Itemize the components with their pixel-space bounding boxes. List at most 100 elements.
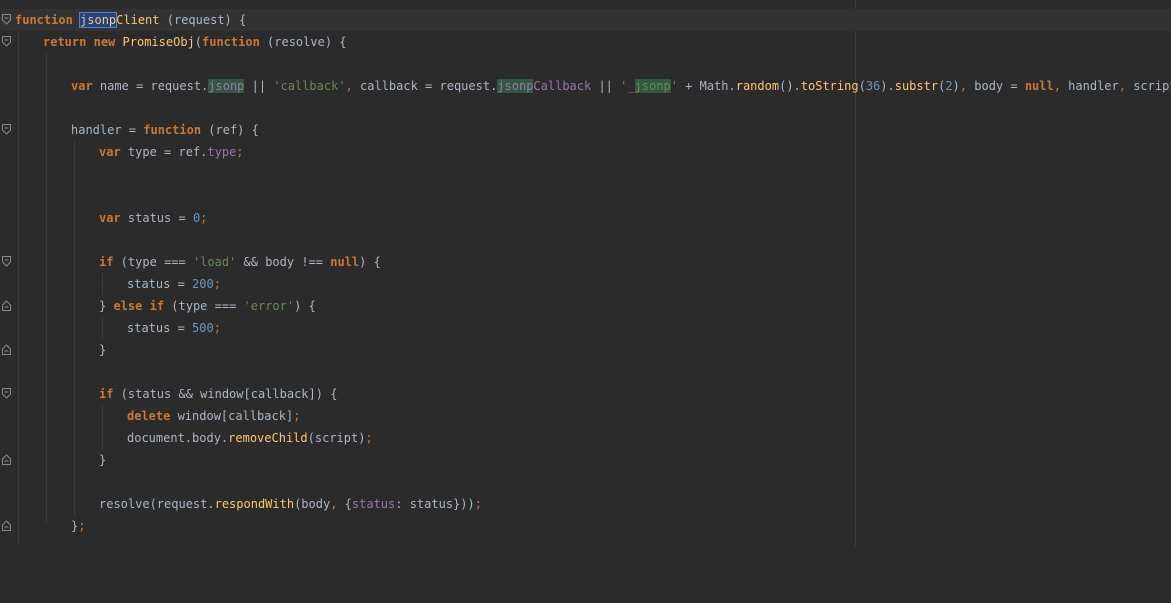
code-text: (). <box>779 79 801 93</box>
punctuation: ; <box>236 145 244 159</box>
code-line-13[interactable]: delete window[callback]; <box>0 405 1171 427</box>
code-text: (ref) { <box>201 123 259 137</box>
code-text: ( <box>194 35 202 49</box>
punctuation: ; <box>213 277 221 291</box>
fold-end-icon[interactable] <box>2 454 11 465</box>
fold-toggle-icon[interactable] <box>2 300 11 311</box>
code-line-17[interactable]: }; <box>0 515 1171 537</box>
property: Callback <box>533 79 592 93</box>
method-call: random <box>735 79 780 93</box>
keyword: return <box>43 35 87 49</box>
code-line-3[interactable]: var name = request.jsonp || 'callback', … <box>0 75 1171 97</box>
code-line-15[interactable]: } <box>0 449 1171 471</box>
keyword: function <box>15 13 73 27</box>
keyword: var <box>99 211 121 225</box>
code-editor[interactable]: function jsonpClient (request) { return … <box>0 0 1171 546</box>
code-text: (script) <box>307 431 366 445</box>
code-text: } <box>99 343 107 357</box>
code-line-10[interactable]: status = 500; <box>0 317 1171 339</box>
code-line-6[interactable]: var status = 0; <box>0 207 1171 229</box>
code-line-16[interactable]: resolve(request.respondWith(body, {statu… <box>0 493 1171 515</box>
string-literal: 'callback' <box>273 79 346 93</box>
number-literal: 2 <box>945 79 953 93</box>
property: type <box>207 145 237 159</box>
code-line-11[interactable]: } <box>0 339 1171 361</box>
code-text: script <box>1133 79 1171 93</box>
code-text: body = <box>967 79 1025 93</box>
punctuation: , <box>959 79 968 93</box>
code-text: (status && window[callback]) { <box>113 387 338 401</box>
code-line-2[interactable]: return new PromiseObj(function (resolve)… <box>0 31 1171 53</box>
code-text: window[callback] <box>170 409 294 423</box>
keyword: if <box>99 387 114 401</box>
keyword: var <box>71 79 93 93</box>
code-text: callback = request. <box>352 79 498 93</box>
code-line-5[interactable]: var type = ref.type; <box>0 141 1171 163</box>
punctuation: , <box>1118 79 1126 93</box>
constructor-name: PromiseObj <box>122 35 195 49</box>
match-highlight: jsonp <box>208 79 245 93</box>
keyword: null <box>1024 79 1054 93</box>
code-text: ) <box>952 79 960 93</box>
code-text: (type === <box>113 255 193 269</box>
code-line-8[interactable]: status = 200; <box>0 273 1171 295</box>
fold-collapse-icon[interactable] <box>2 36 11 47</box>
code-text: (type === <box>164 299 244 313</box>
code-text: + Math. <box>677 79 736 93</box>
punctuation: , <box>1053 79 1061 93</box>
number-literal: 200 <box>192 277 214 291</box>
punctuation: ; <box>293 409 301 423</box>
code-text: (request) { <box>159 13 247 27</box>
code-text: ( <box>858 79 866 93</box>
code-text: handler = <box>71 123 144 137</box>
code-text: ). <box>880 79 895 93</box>
punctuation: , <box>345 79 353 93</box>
code-line-12[interactable]: if (status && window[callback]) { <box>0 383 1171 405</box>
fold-end-icon[interactable] <box>2 520 11 531</box>
punctuation: ; <box>200 211 208 225</box>
number-literal: 36 <box>865 79 881 93</box>
code-text: (resolve) { <box>259 35 347 49</box>
method-call: respondWith <box>214 497 295 511</box>
fold-collapse-icon[interactable] <box>2 14 11 25</box>
function-name-selected[interactable]: jsonp <box>79 12 118 28</box>
code-text: name = request. <box>92 79 209 93</box>
keyword: else <box>113 299 143 313</box>
punctuation: ; <box>78 519 86 533</box>
string-literal: 'error' <box>243 299 295 313</box>
code-text: status = <box>120 211 193 225</box>
keyword: if <box>149 299 165 313</box>
fold-end-icon[interactable] <box>2 344 11 355</box>
code-line-1[interactable]: function jsonpClient (request) { <box>0 9 1171 31</box>
code-text: ) { <box>359 255 381 269</box>
code-text: ) { <box>294 299 316 313</box>
code-line-14[interactable]: document.body.removeChild(script); <box>0 427 1171 449</box>
string-literal: 'load' <box>192 255 237 269</box>
match-highlight: jsonp <box>497 79 534 93</box>
punctuation: ; <box>474 497 482 511</box>
punctuation: ; <box>365 431 373 445</box>
code-text: || <box>244 79 274 93</box>
keyword: delete <box>127 409 171 423</box>
string-literal: '_ <box>620 79 635 93</box>
code-text: status = <box>127 277 193 291</box>
code-line-4[interactable]: handler = function (ref) { <box>0 119 1171 141</box>
code-text: type = ref. <box>120 145 208 159</box>
keyword: var <box>99 145 121 159</box>
code-line-9[interactable]: } else if (type === 'error') { <box>0 295 1171 317</box>
punctuation: ; <box>213 321 221 335</box>
code-text: { <box>337 497 352 511</box>
fold-collapse-icon[interactable] <box>2 256 11 267</box>
code-text: && body !== <box>236 255 331 269</box>
fold-collapse-icon[interactable] <box>2 124 11 135</box>
number-literal: 500 <box>192 321 214 335</box>
code-text: } <box>99 453 107 467</box>
code-text: resolve(request. <box>99 497 215 511</box>
string-literal: ' <box>670 79 678 93</box>
keyword: null <box>330 255 360 269</box>
code-line-7[interactable]: if (type === 'load' && body !== null) { <box>0 251 1171 273</box>
code-text: document.body. <box>127 431 229 445</box>
keyword: function <box>143 123 202 137</box>
fold-collapse-icon[interactable] <box>2 388 11 399</box>
